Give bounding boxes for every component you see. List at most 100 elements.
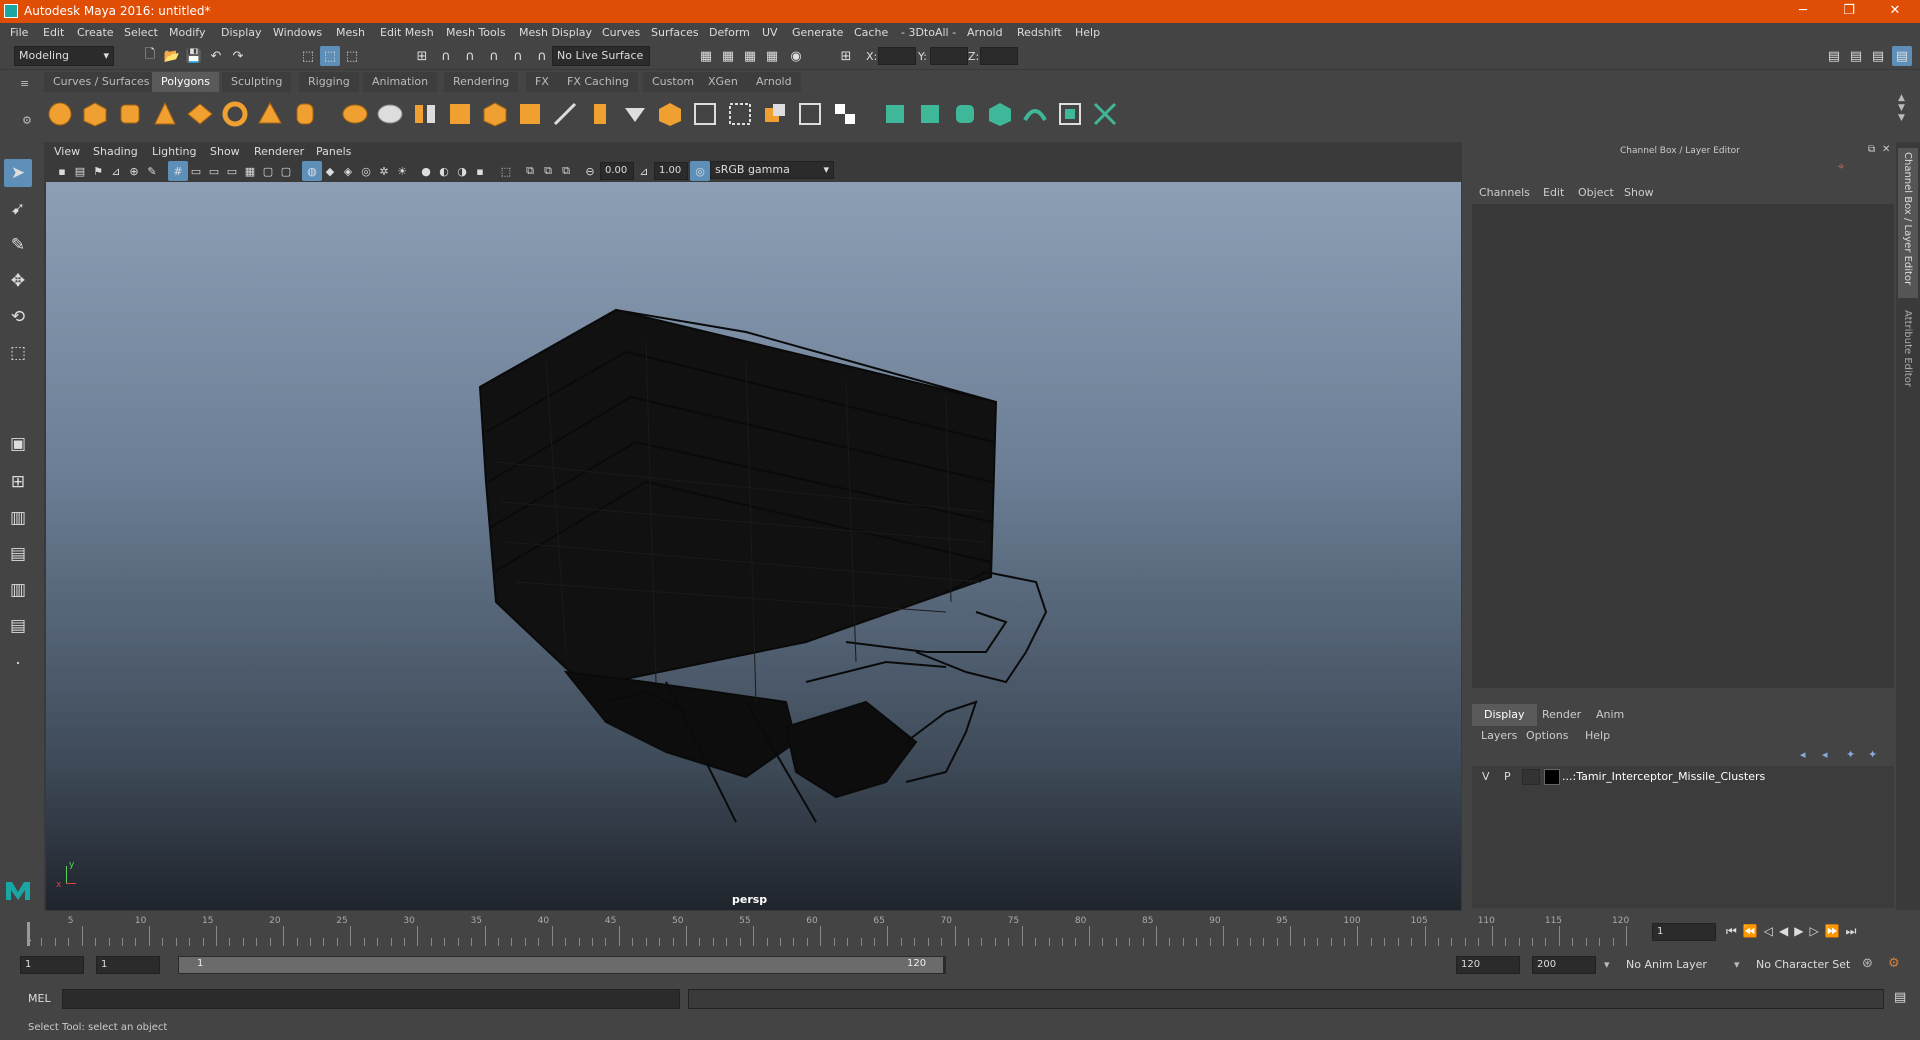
select-object-icon[interactable]: ⬚ <box>320 46 340 66</box>
tab-anim[interactable]: Anim <box>1584 704 1636 726</box>
mode-select[interactable]: Modeling ▾ <box>14 46 114 66</box>
hypershade-icon[interactable]: ▦ <box>762 46 782 66</box>
current-frame-field[interactable]: 1 <box>1652 923 1716 941</box>
viewport-menu-shading[interactable]: Shading <box>93 145 138 158</box>
menu-generate[interactable]: Generate <box>792 26 843 39</box>
snap-live-icon[interactable]: ∩ <box>508 46 528 66</box>
menu-mesh-tools[interactable]: Mesh Tools <box>446 26 506 39</box>
move-tool-icon[interactable]: ✥ <box>4 267 32 295</box>
frame-selected-icon[interactable]: ⧉ <box>556 161 576 181</box>
single-perspective-layout-icon[interactable]: ▣ <box>4 430 32 458</box>
time-slider[interactable]: 1510152025303540455055606570758085909510… <box>24 916 1644 948</box>
menu-uv[interactable]: UV <box>762 26 778 39</box>
layer-name[interactable]: ...:Tamir_Interceptor_Missile_Clusters <box>1562 770 1765 783</box>
shelf-scroll-icon[interactable]: ▲ ▼ ▼ <box>1898 93 1908 133</box>
snap-curve-icon[interactable]: ∩ <box>436 46 456 66</box>
tab-custom[interactable]: Custom <box>643 72 704 92</box>
uv-layout-icon[interactable] <box>1056 100 1084 128</box>
hud-icon[interactable]: ⧉ <box>520 161 540 181</box>
menu-edit-mesh[interactable]: Edit Mesh <box>380 26 434 39</box>
viewport-menu-show[interactable]: Show <box>210 145 240 158</box>
bevel-icon[interactable] <box>551 100 579 128</box>
xray-joints-icon[interactable]: ✲ <box>374 161 394 181</box>
restore-button[interactable]: ❐ <box>1826 0 1872 23</box>
fill-hole-icon[interactable] <box>656 100 684 128</box>
rotate-tool-icon[interactable]: ⟲ <box>4 303 32 331</box>
poly-torus-icon[interactable] <box>221 100 249 128</box>
script-editor-icon[interactable]: ▤ <box>1894 990 1906 1005</box>
field-chart-icon[interactable]: ▦ <box>240 161 260 181</box>
menu-create[interactable]: Create <box>77 26 114 39</box>
menu-help[interactable]: Help <box>1075 26 1100 39</box>
camera-attributes-icon[interactable]: ▤ <box>70 161 90 181</box>
current-time-marker[interactable] <box>27 922 30 946</box>
channel-box-icon[interactable]: ▤ <box>1892 46 1912 66</box>
layer-visibility-toggle[interactable]: V <box>1482 770 1490 783</box>
antialiasing-icon[interactable]: ◑ <box>452 161 472 181</box>
redo-icon[interactable]: ↷ <box>228 46 248 66</box>
live-surface-field[interactable]: No Live Surface <box>552 46 650 66</box>
combine-icon[interactable] <box>341 100 369 128</box>
close-button[interactable]: ✕ <box>1872 0 1918 23</box>
float-panel-icon[interactable]: ⧉ <box>1868 144 1875 155</box>
snap-view-plane-icon[interactable]: ∩ <box>484 46 504 66</box>
animation-end-field[interactable]: 200 <box>1532 956 1596 974</box>
uv-automatic-icon[interactable] <box>986 100 1014 128</box>
bookmark-icon[interactable]: ⚑ <box>88 161 108 181</box>
attribute-editor-icon[interactable]: ▤ <box>1846 46 1866 66</box>
uv-unfold-icon[interactable] <box>1021 100 1049 128</box>
tool-settings-icon[interactable]: ▤ <box>1868 46 1888 66</box>
go-to-end-icon[interactable]: ⏭ <box>1846 924 1857 939</box>
render-current-icon[interactable]: ▦ <box>696 46 716 66</box>
menu-edit[interactable]: Edit <box>43 26 64 39</box>
channel-box-option-icon[interactable]: ⌖ <box>1838 160 1844 174</box>
menu-modify[interactable]: Modify <box>169 26 205 39</box>
wireframe-on-shaded-icon[interactable]: ◈ <box>338 161 358 181</box>
target-weld-icon[interactable] <box>726 100 754 128</box>
paint-select-tool-icon[interactable]: ✎ <box>4 231 32 259</box>
2d-pan-zoom-icon[interactable]: ⊕ <box>124 161 144 181</box>
tab-attribute-editor[interactable]: Attribute Editor <box>1898 306 1918 406</box>
poly-plane-icon[interactable] <box>186 100 214 128</box>
layer-help-menu[interactable]: Help <box>1585 729 1610 742</box>
channel-edit-menu[interactable]: Edit <box>1543 186 1564 199</box>
go-to-start-icon[interactable]: ⏮ <box>1726 924 1737 939</box>
uv-spherical-icon[interactable] <box>951 100 979 128</box>
menu-3dtoall[interactable]: - 3DtoAll - <box>901 26 956 39</box>
move-layer-down-icon[interactable]: ◂ <box>1822 748 1828 761</box>
frame-all-icon[interactable]: ⧉ <box>538 161 558 181</box>
modeling-toolkit-icon[interactable]: ▤ <box>1824 46 1844 66</box>
grid-toggle-icon[interactable]: # <box>168 161 188 181</box>
playback-start-field[interactable]: 1 <box>96 956 160 974</box>
new-layer-selected-icon[interactable]: ✦ <box>1868 748 1877 761</box>
layer-color-swatch[interactable] <box>1544 769 1560 785</box>
persp-outliner-layout-icon[interactable]: ▥ <box>4 504 32 532</box>
outliner-persp-layout-icon[interactable]: ▤ <box>4 612 32 640</box>
playback-end-field[interactable]: 120 <box>1456 956 1520 974</box>
smooth-icon[interactable] <box>446 100 474 128</box>
transform-input-icon[interactable]: ⊞ <box>836 46 856 66</box>
menu-select[interactable]: Select <box>124 26 158 39</box>
undo-icon[interactable]: ↶ <box>206 46 226 66</box>
gate-mask-icon[interactable]: ▭ <box>222 161 242 181</box>
tab-rigging[interactable]: Rigging <box>299 72 359 92</box>
extrude-icon[interactable] <box>516 100 544 128</box>
tab-animation[interactable]: Animation <box>363 72 438 92</box>
tab-curves-surfaces[interactable]: Curves / Surfaces <box>44 72 159 92</box>
shelf-menu-icon[interactable]: ≡ <box>20 78 34 90</box>
minimize-button[interactable]: ─ <box>1780 0 1826 23</box>
tab-rendering[interactable]: Rendering <box>444 72 519 92</box>
animation-preferences-icon[interactable]: ⚙ <box>1888 956 1900 971</box>
bridge-icon[interactable] <box>586 100 614 128</box>
play-back-icon[interactable]: ◀ <box>1779 924 1788 938</box>
perspective-viewport[interactable]: persp y x <box>46 182 1461 910</box>
poly-pipe-icon[interactable] <box>291 100 319 128</box>
range-slider-handle[interactable]: 1 120 <box>179 957 943 973</box>
uv-cylindrical-icon[interactable] <box>916 100 944 128</box>
uv-planar-icon[interactable] <box>881 100 909 128</box>
new-scene-icon[interactable]: 🗋 <box>140 46 160 66</box>
menu-arnold[interactable]: Arnold <box>967 26 1003 39</box>
safe-title-icon[interactable]: ▢ <box>276 161 296 181</box>
tab-fx-caching[interactable]: FX Caching <box>558 72 638 92</box>
select-component-icon[interactable]: ⬚ <box>342 46 362 66</box>
